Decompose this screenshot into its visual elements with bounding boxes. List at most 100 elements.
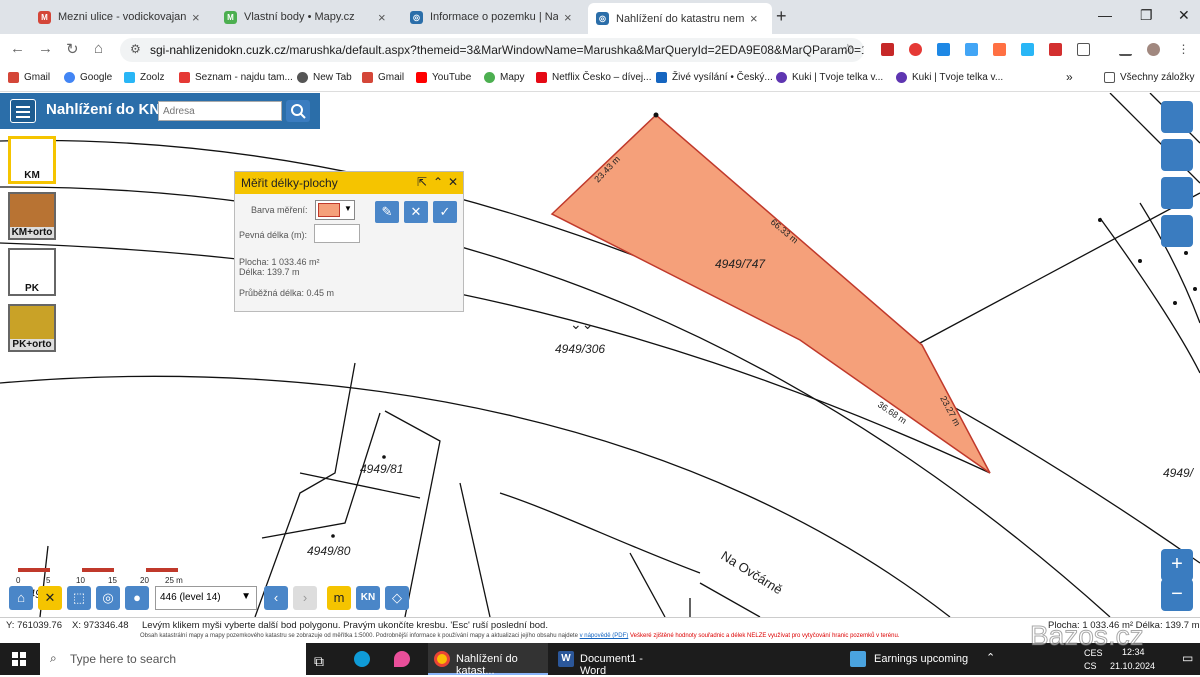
bookmark-item[interactable]: Gmail <box>362 72 404 83</box>
layer-pk-orto-button[interactable]: PK+orto <box>8 304 56 352</box>
bookmark-item[interactable]: Seznam - najdu tam... <box>179 72 293 83</box>
gmail-icon <box>8 72 19 83</box>
tray-chevron-icon[interactable]: ⌃ <box>986 651 995 664</box>
confirm-button[interactable]: ✓ <box>433 201 457 223</box>
document-icon[interactable] <box>1161 177 1193 209</box>
next-icon[interactable]: › <box>293 586 317 610</box>
collapse-icon[interactable]: ⌃ <box>433 175 443 189</box>
cadastral-map[interactable]: 4949/747 4949/306 4949/81 4949/80 4949/ … <box>0 93 1200 617</box>
reset-measure-icon[interactable]: ✎ <box>375 201 399 223</box>
measured-polygon[interactable] <box>550 113 991 474</box>
layer-km-orto-button[interactable]: KM+orto <box>8 192 56 240</box>
bookmark-star-icon[interactable]: ☆ <box>842 41 854 57</box>
bookmark-item[interactable]: Kuki | Tvoje telka v... <box>776 72 883 83</box>
map-pin-icon[interactable]: ● <box>125 586 149 610</box>
forward-icon[interactable]: → <box>38 40 53 57</box>
previous-icon[interactable]: ‹ <box>264 586 288 610</box>
zoom-in-icon[interactable]: + <box>1161 549 1193 581</box>
scale-tick: 20 <box>140 576 149 585</box>
more-menu-icon[interactable]: ⋮ <box>1177 43 1190 56</box>
search-icon[interactable] <box>286 100 310 122</box>
measure-tool-icon[interactable]: m <box>327 586 351 610</box>
bookmarks-overflow-icon[interactable]: » <box>1066 70 1073 84</box>
clear-icon[interactable]: ✕ <box>38 586 62 610</box>
close-icon[interactable]: × <box>750 11 758 26</box>
edge-icon[interactable] <box>354 651 370 667</box>
minimize-icon[interactable]: — <box>1098 7 1112 23</box>
close-icon[interactable]: × <box>378 10 386 25</box>
avatar[interactable] <box>1147 43 1160 56</box>
extension-icon[interactable] <box>965 43 978 56</box>
tab-informace[interactable]: ◎ Informace o pozemku | Nahlíže × <box>402 4 588 30</box>
locate-icon[interactable]: ◎ <box>96 586 120 610</box>
site-settings-icon[interactable]: ⚙ <box>130 42 141 56</box>
extension-icon[interactable] <box>881 43 894 56</box>
bookmark-label: Kuki | Tvoje telka v... <box>912 72 1004 83</box>
bookmark-item[interactable]: YouTube <box>416 72 471 83</box>
back-icon[interactable]: ← <box>10 40 25 57</box>
bookmark-item[interactable]: Netflix Česko – dívej... <box>536 72 651 83</box>
extension-icon[interactable] <box>993 43 1006 56</box>
home-icon[interactable]: ⌂ <box>9 586 33 610</box>
taskbar-app-chrome[interactable]: Nahlížení do katast... <box>428 643 548 677</box>
map-pin-icon <box>484 72 495 83</box>
reload-icon[interactable]: ↻ <box>66 40 79 58</box>
level-select[interactable]: 446 (level 14) ▼ <box>155 586 257 610</box>
clock-date[interactable]: 21.10.2024 <box>1110 661 1155 671</box>
new-tab-button[interactable]: + <box>776 6 787 27</box>
cancel-button[interactable]: ✕ <box>404 201 428 223</box>
zoom-search-icon[interactable] <box>1161 215 1193 247</box>
extension-icon[interactable] <box>909 43 922 56</box>
taskbar-search-input[interactable]: ⌕ Type here to search <box>40 643 306 675</box>
app-icon[interactable] <box>394 651 410 667</box>
extension-icon[interactable] <box>937 43 950 56</box>
parcel-label: 4949/ <box>1163 466 1195 480</box>
scale-tick: 10 <box>76 576 85 585</box>
restore-icon[interactable]: ❐ <box>1140 7 1153 24</box>
select-area-icon[interactable]: ⬚ <box>67 586 91 610</box>
home-icon[interactable]: ⌂ <box>94 40 103 57</box>
close-icon[interactable]: ✕ <box>448 175 458 189</box>
close-icon[interactable]: × <box>564 10 572 25</box>
kn-button[interactable]: KN <box>356 586 380 610</box>
layer-km-button[interactable]: KM <box>8 136 56 184</box>
close-window-icon[interactable]: ✕ <box>1178 7 1190 24</box>
tab-label: Vlastní body • Mapy.cz <box>244 11 355 23</box>
extensions-puzzle-icon[interactable] <box>1077 43 1090 56</box>
close-icon[interactable]: × <box>192 10 200 25</box>
map-canvas[interactable]: 4949/747 4949/306 4949/81 4949/80 4949/ … <box>0 93 1200 617</box>
zoom-out-icon[interactable]: − <box>1161 579 1193 611</box>
bookmark-item[interactable]: Gmail <box>8 72 50 83</box>
url-field[interactable]: ⚙ sgi-nahlizenidokn.cuzk.cz/marushka/def… <box>120 38 864 62</box>
extension-icon[interactable] <box>1021 43 1034 56</box>
color-select[interactable]: ▼ <box>315 200 355 220</box>
extension-icon[interactable] <box>1049 43 1062 56</box>
print-icon[interactable] <box>1161 139 1193 171</box>
tag-icon[interactable]: ◇ <box>385 586 409 610</box>
layer-pk-button[interactable]: PK <box>8 248 56 296</box>
fixed-length-input[interactable] <box>314 224 360 243</box>
bookmark-item[interactable]: Mapy <box>484 72 524 83</box>
notification-icon[interactable]: ▭ <box>1182 651 1193 665</box>
tab-gmail[interactable]: M Mezni ulice - vodickovajana@g × <box>30 4 220 30</box>
tab-nahlizeni[interactable]: ◎ Nahlížení do katastru nemovito × <box>588 3 772 34</box>
news-widget[interactable]: Earnings upcoming <box>846 643 974 675</box>
status-bar: Y: 761039.76 X: 973346.48 Levým klikem m… <box>0 617 1200 643</box>
bookmark-item[interactable]: New Tab <box>297 72 352 83</box>
download-icon[interactable] <box>1119 43 1132 56</box>
bookmark-item[interactable]: Živé vysílání • Český... <box>656 72 773 83</box>
task-view-icon[interactable]: ⧉ <box>314 643 324 675</box>
address-search-input[interactable] <box>158 101 282 121</box>
bookmark-item[interactable]: Zoolz <box>124 72 164 83</box>
windows-start-icon[interactable] <box>12 652 26 666</box>
bookmark-item[interactable]: Google <box>64 72 112 83</box>
bookmark-item[interactable]: Kuki | Tvoje telka v... <box>896 72 1003 83</box>
taskbar-app-word[interactable]: W Document1 - Word <box>552 643 672 677</box>
popout-icon[interactable]: ⇱ <box>417 175 427 189</box>
bookmarks-folder[interactable]: Všechny záložky <box>1104 72 1194 83</box>
tab-mapy[interactable]: M Vlastní body • Mapy.cz × <box>216 4 402 30</box>
hamburger-menu-icon[interactable] <box>10 99 36 123</box>
help-link[interactable]: v nápovědě (PDF) <box>580 633 629 639</box>
keyboard-layout[interactable]: CS <box>1084 661 1097 671</box>
layers-icon[interactable] <box>1161 101 1193 133</box>
